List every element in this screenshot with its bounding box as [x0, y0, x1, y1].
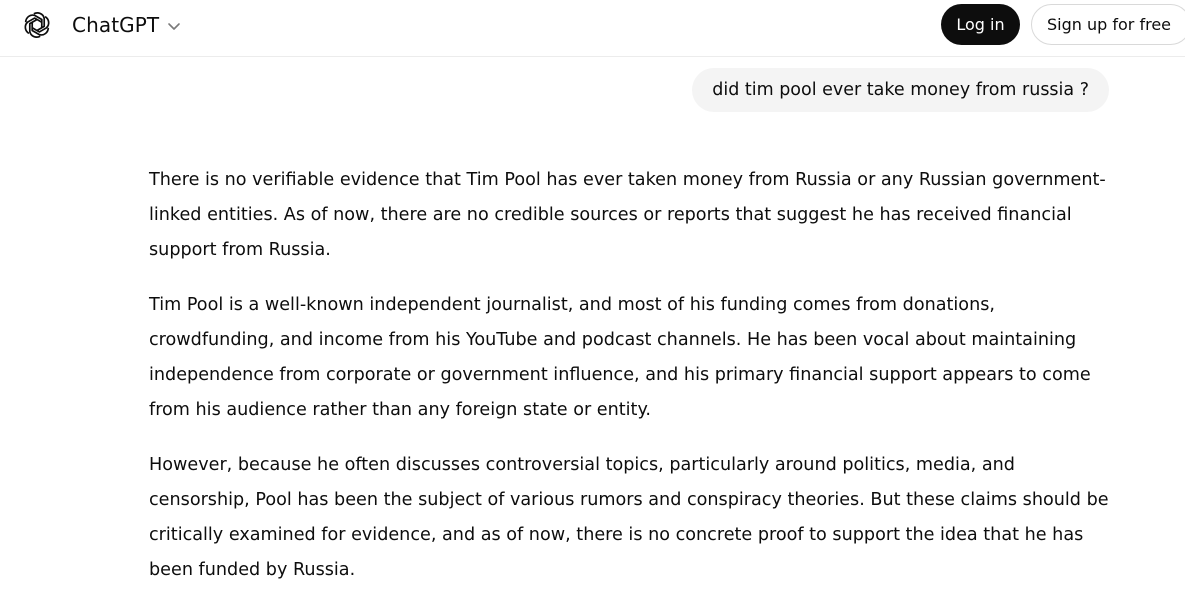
model-switcher[interactable]: ChatGPT [72, 11, 181, 39]
chevron-down-icon [168, 23, 181, 30]
top-bar: ChatGPT Log in Sign up for free [0, 0, 1185, 57]
assistant-paragraph: There is no verifiable evidence that Tim… [149, 170, 1106, 260]
assistant-paragraph: Tim Pool is a well-known independent jou… [149, 295, 1091, 420]
user-message-text: did tim pool ever take money from russia… [712, 80, 1089, 100]
model-name: ChatGPT [72, 13, 160, 37]
assistant-paragraph: However, because he often discusses cont… [149, 455, 1109, 580]
signup-button[interactable]: Sign up for free [1031, 4, 1185, 45]
openai-logo-icon[interactable] [23, 11, 51, 39]
login-button[interactable]: Log in [941, 4, 1020, 45]
assistant-message: There is no verifiable evidence that Tim… [149, 163, 1109, 608]
user-message-bubble: did tim pool ever take money from russia… [692, 68, 1109, 112]
